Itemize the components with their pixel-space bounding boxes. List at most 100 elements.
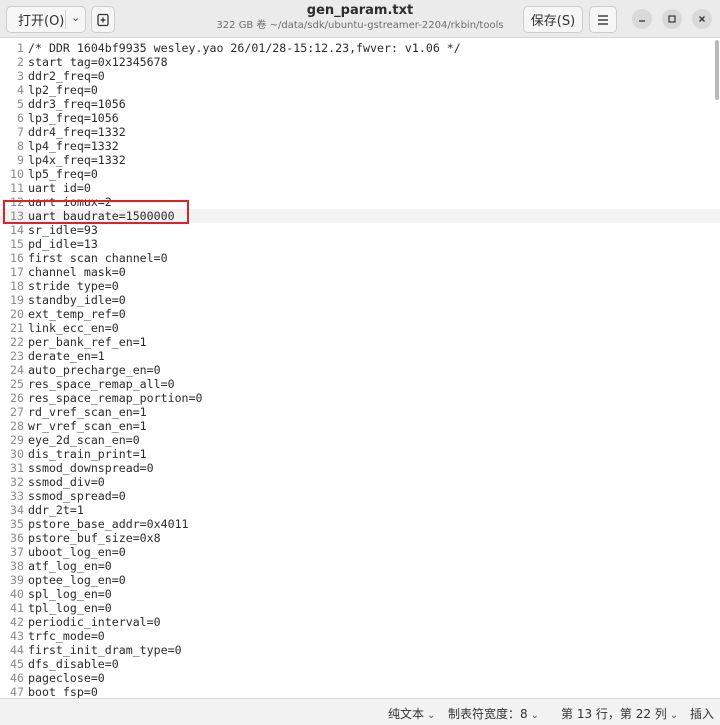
line-text[interactable]: sr_idle=93: [28, 223, 98, 237]
editor-line[interactable]: 2 start tag=0x12345678: [0, 55, 720, 69]
editor-line[interactable]: 12 uart iomux=2: [0, 195, 720, 209]
save-button[interactable]: 保存(S): [523, 6, 583, 33]
line-text[interactable]: pstore_base_addr=0x4011: [28, 517, 189, 531]
editor-line[interactable]: 3 ddr2_freq=0: [0, 69, 720, 83]
line-text[interactable]: uboot_log_en=0: [28, 545, 126, 559]
editor-line[interactable]: 29 eye_2d_scan_en=0: [0, 433, 720, 447]
editor-line[interactable]: 32 ssmod_div=0: [0, 475, 720, 489]
editor-line[interactable]: 21 link_ecc_en=0: [0, 321, 720, 335]
line-text[interactable]: link_ecc_en=0: [28, 321, 119, 335]
editor-line[interactable]: 39 optee_log_en=0: [0, 573, 720, 587]
editor-line[interactable]: 43 trfc_mode=0: [0, 629, 720, 643]
editor-line[interactable]: 34 ddr_2t=1: [0, 503, 720, 517]
editor-line[interactable]: 45 dfs_disable=0: [0, 657, 720, 671]
editor-line[interactable]: 22 per_bank_ref_en=1: [0, 335, 720, 349]
editor-line[interactable]: 27 rd_vref_scan_en=1: [0, 405, 720, 419]
editor-line[interactable]: 26 res_space_remap_portion=0: [0, 391, 720, 405]
line-text[interactable]: rd_vref_scan_en=1: [28, 405, 147, 419]
line-text[interactable]: lp4x_freq=1332: [28, 153, 126, 167]
line-text[interactable]: lp3_freq=1056: [28, 111, 119, 125]
editor-line[interactable]: 1 /* DDR 1604bf9935 wesley.yao 26/01/28-1…: [0, 41, 720, 55]
line-text[interactable]: auto_precharge_en=0: [28, 363, 161, 377]
line-text[interactable]: ext_temp_ref=0: [28, 307, 126, 321]
line-text[interactable]: wr_vref_scan_en=1: [28, 419, 147, 433]
line-text[interactable]: first_init_dram_type=0: [28, 643, 182, 657]
close-button[interactable]: [692, 9, 712, 29]
editor-line[interactable]: 24 auto_precharge_en=0: [0, 363, 720, 377]
editor-line[interactable]: 37 uboot_log_en=0: [0, 545, 720, 559]
line-text[interactable]: dfs_disable=0: [28, 657, 119, 671]
line-text[interactable]: ssmod_downspread=0: [28, 461, 154, 475]
line-text[interactable]: ssmod_spread=0: [28, 489, 126, 503]
line-text[interactable]: standby_idle=0: [28, 293, 126, 307]
line-text[interactable]: lp5_freq=0: [28, 167, 98, 181]
editor-line[interactable]: 47 boot_fsp=0: [0, 685, 720, 698]
minimize-button[interactable]: [632, 9, 652, 29]
open-button[interactable]: 打开(O) ⌄: [6, 6, 86, 33]
editor-line[interactable]: 30 dis_train_print=1: [0, 447, 720, 461]
line-text[interactable]: ddr3_freq=1056: [28, 97, 126, 111]
line-text[interactable]: atf_log_en=0: [28, 559, 112, 573]
line-text[interactable]: channel mask=0: [28, 265, 126, 279]
editor-line[interactable]: 41 tpl_log_en=0: [0, 601, 720, 615]
line-text[interactable]: res_space_remap_portion=0: [28, 391, 203, 405]
editor-line[interactable]: 8 lp4_freq=1332: [0, 139, 720, 153]
line-text[interactable]: derate_en=1: [28, 349, 105, 363]
line-text[interactable]: periodic_interval=0: [28, 615, 161, 629]
line-text[interactable]: uart id=0: [28, 181, 91, 195]
line-text[interactable]: lp4_freq=1332: [28, 139, 119, 153]
line-text[interactable]: uart iomux=2: [28, 195, 112, 209]
editor-line[interactable]: 10 lp5_freq=0: [0, 167, 720, 181]
editor-line[interactable]: 11 uart id=0: [0, 181, 720, 195]
line-text[interactable]: pageclose=0: [28, 671, 105, 685]
line-text[interactable]: pstore_buf_size=0x8: [28, 531, 161, 545]
editor-line[interactable]: 35 pstore_base_addr=0x4011: [0, 517, 720, 531]
editor-line[interactable]: 15 pd_idle=13: [0, 237, 720, 251]
syntax-selector[interactable]: 纯文本 ⌄: [388, 705, 435, 722]
editor-line[interactable]: 36 pstore_buf_size=0x8: [0, 531, 720, 545]
editor-line[interactable]: 7 ddr4_freq=1332: [0, 125, 720, 139]
editor-line[interactable]: 20 ext_temp_ref=0: [0, 307, 720, 321]
editor-line[interactable]: 14 sr_idle=93: [0, 223, 720, 237]
vertical-scrollbar[interactable]: [715, 40, 719, 100]
line-text[interactable]: spl_log_en=0: [28, 587, 112, 601]
editor-line[interactable]: 4 lp2_freq=0: [0, 83, 720, 97]
line-text[interactable]: stride type=0: [28, 279, 119, 293]
line-text[interactable]: tpl_log_en=0: [28, 601, 112, 615]
chevron-down-icon[interactable]: ⌄: [71, 11, 80, 24]
line-text[interactable]: first scan channel=0: [28, 251, 168, 265]
editor-line[interactable]: 19 standby_idle=0: [0, 293, 720, 307]
editor-line[interactable]: 42 periodic_interval=0: [0, 615, 720, 629]
line-text[interactable]: trfc_mode=0: [28, 629, 105, 643]
editor-line[interactable]: 25 res_space_remap_all=0: [0, 377, 720, 391]
line-text[interactable]: ddr4_freq=1332: [28, 125, 126, 139]
editor-line[interactable]: 28 wr_vref_scan_en=1: [0, 419, 720, 433]
editor-line[interactable]: 16 first scan channel=0: [0, 251, 720, 265]
editor-line[interactable]: 13 uart baudrate=1500000: [0, 209, 720, 223]
line-text[interactable]: eye_2d_scan_en=0: [28, 433, 140, 447]
text-editor[interactable]: 1 /* DDR 1604bf9935 wesley.yao 26/01/28-1…: [0, 38, 720, 698]
editor-line[interactable]: 33 ssmod_spread=0: [0, 489, 720, 503]
main-menu-button[interactable]: [589, 6, 617, 33]
editor-line[interactable]: 17 channel mask=0: [0, 265, 720, 279]
editor-line[interactable]: 40 spl_log_en=0: [0, 587, 720, 601]
new-document-button[interactable]: [91, 6, 115, 33]
line-text[interactable]: start tag=0x12345678: [28, 55, 168, 69]
line-text[interactable]: dis_train_print=1: [28, 447, 147, 461]
line-text[interactable]: per_bank_ref_en=1: [28, 335, 147, 349]
line-text[interactable]: pd_idle=13: [28, 237, 98, 251]
editor-line[interactable]: 9 lp4x_freq=1332: [0, 153, 720, 167]
line-text[interactable]: ddr_2t=1: [28, 503, 84, 517]
editor-line[interactable]: 6 lp3_freq=1056: [0, 111, 720, 125]
maximize-button[interactable]: [662, 9, 682, 29]
line-text[interactable]: res_space_remap_all=0: [28, 377, 175, 391]
editor-line[interactable]: 23 derate_en=1: [0, 349, 720, 363]
editor-line[interactable]: 44 first_init_dram_type=0: [0, 643, 720, 657]
tab-width-selector[interactable]: 制表符宽度：8 ⌄: [448, 705, 539, 722]
line-text[interactable]: boot_fsp=0: [28, 685, 98, 698]
editor-line[interactable]: 18 stride type=0: [0, 279, 720, 293]
line-text[interactable]: ddr2_freq=0: [28, 69, 105, 83]
editor-line[interactable]: 5 ddr3_freq=1056: [0, 97, 720, 111]
editor-line[interactable]: 31 ssmod_downspread=0: [0, 461, 720, 475]
editor-line[interactable]: 46 pageclose=0: [0, 671, 720, 685]
